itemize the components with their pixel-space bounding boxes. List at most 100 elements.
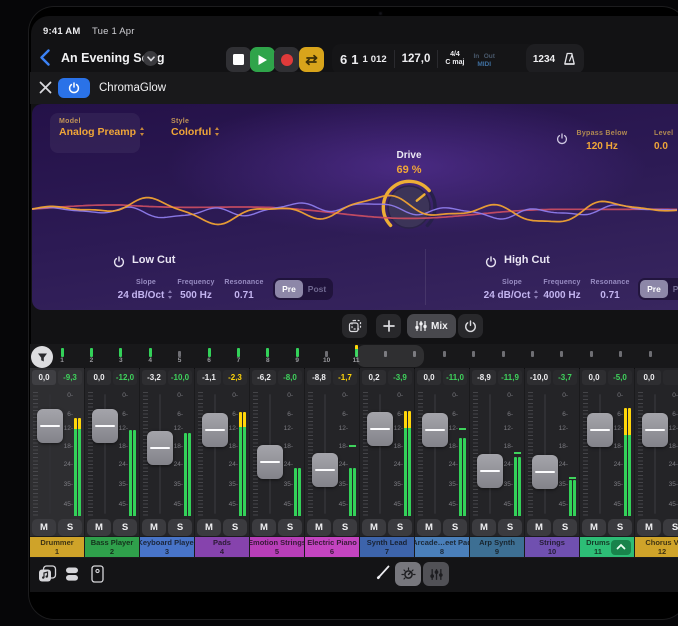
channel-strip[interactable]: 0,2-3,90-6-12-18-24-35-45-MSSynth Lead7 bbox=[360, 368, 414, 558]
fader-cap[interactable] bbox=[92, 409, 118, 443]
style-selector[interactable]: Style Colorful bbox=[157, 113, 247, 153]
close-plugin-button[interactable] bbox=[39, 81, 52, 99]
solo-button[interactable]: S bbox=[278, 519, 302, 536]
bypass-value[interactable]: 120 Hz bbox=[570, 141, 634, 152]
solo-button[interactable]: S bbox=[333, 519, 357, 536]
mute-button[interactable]: M bbox=[362, 519, 386, 536]
solo-button[interactable]: S bbox=[388, 519, 412, 536]
track-name-tab[interactable]: Emotion Strings5 bbox=[250, 537, 304, 557]
solo-button[interactable]: S bbox=[553, 519, 577, 536]
volume-value[interactable]: -3,2 bbox=[142, 370, 166, 385]
track-name-tab[interactable]: Arp Synth9 bbox=[470, 537, 524, 557]
solo-button[interactable]: S bbox=[608, 519, 632, 536]
fader-cap[interactable] bbox=[257, 445, 283, 479]
pan-bar[interactable] bbox=[472, 351, 475, 357]
channel-strip[interactable]: 0,00-6-12-18-24-35-45-MSChorus V12 bbox=[635, 368, 678, 558]
track-name-tab[interactable]: Pads4 bbox=[195, 537, 249, 557]
channel-strip[interactable]: 0,0-5,00-6-12-18-24-35-45-MSDrums11 bbox=[580, 368, 634, 558]
fader-cap[interactable] bbox=[587, 413, 613, 447]
lowcut-post-button[interactable]: Post bbox=[303, 280, 331, 298]
channel-strip[interactable]: 0,0-11,00-6-12-18-24-35-45-MSArcade…eet … bbox=[415, 368, 469, 558]
track-name-tab[interactable]: Drummer1 bbox=[30, 537, 84, 557]
solo-button[interactable]: S bbox=[113, 519, 137, 536]
play-button[interactable] bbox=[250, 47, 275, 72]
volume-value[interactable]: -10,0 bbox=[527, 370, 551, 385]
cycle-button[interactable] bbox=[299, 47, 324, 72]
solo-button[interactable]: S bbox=[58, 519, 82, 536]
channel-strip[interactable]: -10,0-3,70-6-12-18-24-35-45-MSStrings10 bbox=[525, 368, 579, 558]
channel-strip[interactable]: -8,8-1,70-6-12-18-24-35-45-MSElectric Pi… bbox=[305, 368, 359, 558]
plugin-power-button[interactable] bbox=[58, 78, 90, 98]
fader-cap[interactable] bbox=[202, 413, 228, 447]
track-name-tab[interactable]: Strings10 bbox=[525, 537, 579, 557]
lcd-display[interactable]: 6 1 1 012 127,0 4/4 C maj In Out MIDI bbox=[332, 44, 536, 74]
volume-value[interactable]: 0,2 bbox=[362, 370, 386, 385]
pan-bar[interactable] bbox=[619, 351, 622, 357]
highcut-resonance-value[interactable]: 0.71 bbox=[584, 290, 636, 301]
smart-controls-button[interactable] bbox=[395, 562, 421, 586]
channel-strip[interactable]: -3,2-10,00-6-12-18-24-35-45-MSKeyboard P… bbox=[140, 368, 194, 558]
volume-value[interactable]: -6,2 bbox=[252, 370, 276, 385]
fader-cap[interactable] bbox=[312, 453, 338, 487]
solo-button[interactable]: S bbox=[223, 519, 247, 536]
track-name-tab[interactable]: Drums11 bbox=[580, 537, 634, 557]
lowcut-pre-button[interactable]: Pre bbox=[275, 280, 303, 298]
song-menu-button[interactable] bbox=[143, 51, 158, 66]
channel-strip[interactable]: 0,0-12,00-6-12-18-24-35-45-MSBass Player… bbox=[85, 368, 139, 558]
volume-value[interactable]: 0,0 bbox=[32, 370, 56, 385]
mix-toggle-button[interactable]: Mix bbox=[407, 314, 456, 338]
volume-value[interactable]: 0,0 bbox=[87, 370, 111, 385]
back-button[interactable] bbox=[39, 49, 51, 71]
solo-button[interactable]: S bbox=[663, 519, 678, 536]
track-name-tab[interactable]: Bass Player2 bbox=[85, 537, 139, 557]
track-name-tab[interactable]: Keyboard Player3 bbox=[140, 537, 194, 557]
record-button[interactable] bbox=[274, 47, 299, 72]
scrollbar-thumb[interactable] bbox=[356, 345, 424, 367]
highcut-power-button[interactable] bbox=[485, 255, 497, 273]
mute-button[interactable]: M bbox=[87, 519, 111, 536]
loops-button[interactable] bbox=[64, 566, 80, 587]
channel-strip[interactable]: -1,1-2,30-6-12-18-24-35-45-MSPads4 bbox=[195, 368, 249, 558]
pan-bar[interactable] bbox=[237, 348, 240, 357]
pan-bar[interactable] bbox=[90, 348, 93, 357]
pan-bar[interactable] bbox=[266, 348, 269, 357]
fader-cap[interactable] bbox=[642, 413, 668, 447]
mute-button[interactable]: M bbox=[307, 519, 331, 536]
keyboard-button[interactable] bbox=[91, 565, 104, 588]
highcut-frequency-value[interactable]: 4000 Hz bbox=[536, 290, 588, 301]
lowcut-frequency-value[interactable]: 500 Hz bbox=[170, 290, 222, 301]
lowcut-resonance-value[interactable]: 0.71 bbox=[218, 290, 270, 301]
volume-value[interactable]: -1,1 bbox=[197, 370, 221, 385]
mute-button[interactable]: M bbox=[527, 519, 551, 536]
pan-bar[interactable] bbox=[502, 351, 505, 357]
channel-strip[interactable]: -8,9-11,90-6-12-18-24-35-45-MSArp Synth9 bbox=[470, 368, 524, 558]
solo-button[interactable]: S bbox=[168, 519, 192, 536]
mute-button[interactable]: M bbox=[197, 519, 221, 536]
volume-value[interactable]: 0,0 bbox=[582, 370, 606, 385]
pan-bar[interactable] bbox=[149, 348, 152, 357]
highcut-post-button[interactable]: Post bbox=[668, 280, 678, 298]
pan-bar[interactable] bbox=[296, 348, 299, 357]
browser-button[interactable] bbox=[38, 565, 57, 588]
pan-bar[interactable] bbox=[119, 348, 122, 357]
pan-bar[interactable] bbox=[649, 351, 652, 357]
channel-strip[interactable]: -6,2-8,00-6-12-18-24-35-45-MSEmotion Str… bbox=[250, 368, 304, 558]
fader-cap[interactable] bbox=[422, 413, 448, 447]
stop-button[interactable] bbox=[226, 47, 251, 72]
collapse-button[interactable] bbox=[611, 540, 631, 555]
pan-bar[interactable] bbox=[443, 351, 446, 357]
pan-bar[interactable] bbox=[590, 351, 593, 357]
solo-button[interactable]: S bbox=[498, 519, 522, 536]
fader-cap[interactable] bbox=[477, 454, 503, 488]
level-value[interactable]: 0.0 bbox=[654, 141, 678, 152]
fader-cap[interactable] bbox=[147, 431, 173, 465]
pan-bar[interactable] bbox=[560, 351, 563, 357]
mute-button[interactable]: M bbox=[142, 519, 166, 536]
pencil-button[interactable] bbox=[376, 564, 392, 585]
add-button[interactable] bbox=[376, 314, 401, 338]
pan-bar[interactable] bbox=[208, 348, 211, 357]
pan-bar[interactable] bbox=[531, 351, 534, 357]
count-in-button[interactable]: 1234 bbox=[533, 54, 555, 65]
channel-strip[interactable]: 0,0-9,30-6-12-18-24-35-45-MSDrummer1 bbox=[30, 368, 84, 558]
volume-value[interactable]: 0,0 bbox=[637, 370, 661, 385]
